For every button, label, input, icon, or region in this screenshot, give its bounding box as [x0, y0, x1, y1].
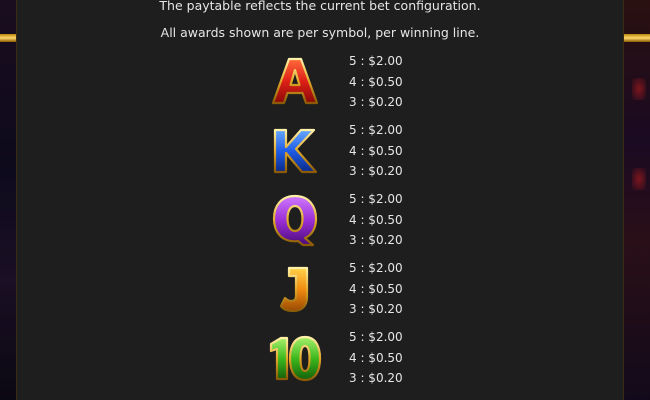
symbol-q [265, 189, 325, 251]
payout-4-of-a-kind: 4 : $0.50 [349, 74, 403, 89]
game-background-left [0, 0, 16, 400]
number-ten-symbol-icon [269, 335, 322, 382]
paytable-row: 5 : $2.00 4 : $0.50 3 : $0.20 [17, 258, 623, 324]
gold-frame-left [0, 34, 16, 42]
paytable-row: 5 : $2.00 4 : $0.50 3 : $0.20 [17, 51, 623, 117]
symbol-j [265, 258, 325, 320]
paytable-screen: The paytable reflects the current bet co… [0, 0, 650, 400]
payout-5-of-a-kind: 5 : $2.00 [349, 261, 403, 275]
payout-4-of-a-kind: 4 : $0.50 [349, 212, 403, 227]
payout-4-of-a-kind: 4 : $0.50 [349, 281, 403, 296]
letter-q-symbol-icon [272, 194, 318, 247]
background-glow [632, 78, 646, 100]
symbol-k [265, 120, 325, 182]
payout-3-of-a-kind: 3 : $0.20 [349, 233, 403, 248]
payout-5-of-a-kind: 5 : $2.00 [349, 330, 403, 344]
payout-3-of-a-kind: 3 : $0.20 [349, 371, 403, 386]
paytable-note: The paytable reflects the current bet co… [159, 0, 481, 13]
paytable-row: 5 : $2.00 4 : $0.50 3 : $0.20 [17, 189, 623, 255]
awards-note: All awards shown are per symbol, per win… [160, 25, 480, 40]
payout-4-of-a-kind: 4 : $0.50 [349, 350, 403, 365]
letter-j-symbol-icon [279, 266, 309, 313]
letter-k-symbol-icon [273, 128, 318, 174]
payout-5-of-a-kind: 5 : $2.00 [349, 123, 403, 137]
payout-list: 5 : $2.00 4 : $0.50 3 : $0.20 [349, 51, 469, 113]
payout-3-of-a-kind: 3 : $0.20 [349, 95, 403, 110]
payout-list: 5 : $2.00 4 : $0.50 3 : $0.20 [349, 258, 469, 320]
paytable-row: 5 : $2.00 4 : $0.50 3 : $0.20 [17, 327, 623, 393]
paytable-panel[interactable]: The paytable reflects the current bet co… [16, 0, 624, 400]
payout-list: 5 : $2.00 4 : $0.50 3 : $0.20 [349, 327, 469, 389]
letter-a-symbol-icon [271, 57, 319, 105]
game-background-right [624, 0, 650, 400]
gold-frame-right [624, 34, 650, 42]
payout-4-of-a-kind: 4 : $0.50 [349, 143, 403, 158]
payout-list: 5 : $2.00 4 : $0.50 3 : $0.20 [349, 189, 469, 251]
paytable-row: 5 : $2.00 4 : $0.50 3 : $0.20 [17, 120, 623, 186]
symbol-10 [265, 327, 325, 389]
payout-3-of-a-kind: 3 : $0.20 [349, 164, 403, 179]
background-glow [632, 168, 646, 190]
payout-3-of-a-kind: 3 : $0.20 [349, 302, 403, 317]
payout-5-of-a-kind: 5 : $2.00 [349, 192, 403, 206]
symbol-a [265, 51, 325, 113]
payout-5-of-a-kind: 5 : $2.00 [349, 54, 403, 68]
payout-list: 5 : $2.00 4 : $0.50 3 : $0.20 [349, 120, 469, 182]
